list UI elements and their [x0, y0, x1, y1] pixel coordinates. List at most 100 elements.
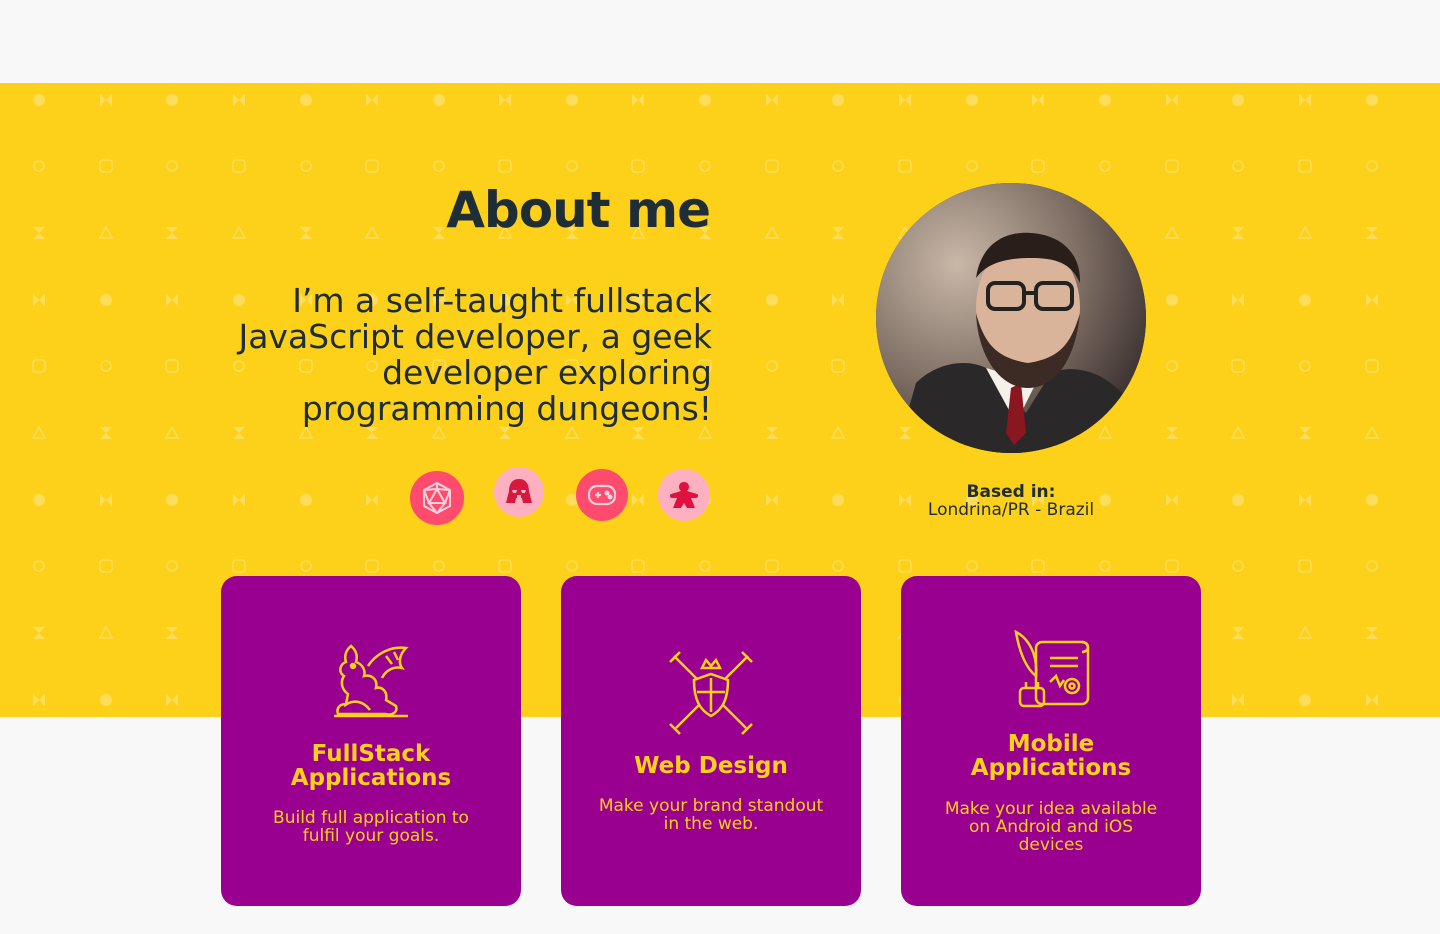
scroll-quill-icon [1014, 629, 1090, 708]
pattern-shape [33, 160, 45, 172]
pattern-shape [300, 160, 312, 172]
pattern-shape [566, 560, 578, 572]
pattern-shape [966, 160, 978, 172]
pattern-shape [366, 427, 378, 439]
pattern-shape [166, 227, 178, 239]
pattern-shape [433, 560, 445, 572]
pattern-shape [1166, 494, 1178, 506]
pattern-shape [365, 559, 379, 573]
pattern-shape [1164, 225, 1180, 239]
avatar [876, 183, 1146, 453]
pattern-shape [699, 160, 711, 172]
pattern-shape [1366, 160, 1378, 172]
pattern-shape [499, 94, 511, 106]
location-info: Based in: Londrina/PR - Brazil [880, 483, 1142, 519]
service-title: Applications [970, 755, 1132, 781]
page-title: About me [446, 181, 711, 239]
pattern-shape [100, 360, 112, 372]
d20-dice-icon[interactable] [410, 471, 464, 525]
pattern-shape [100, 694, 112, 706]
service-card-mobile[interactable]: Mobile Applications Make your idea avail… [901, 576, 1201, 906]
pattern-shape [33, 494, 45, 506]
pattern-shape [98, 225, 114, 239]
pattern-shape [1232, 227, 1244, 239]
service-description: in the web. [663, 814, 759, 834]
pattern-shape [898, 159, 912, 173]
pattern-shape [365, 159, 379, 173]
pattern-shape [1232, 494, 1244, 506]
pattern-shape [31, 425, 47, 439]
pattern-shape [899, 94, 911, 106]
pattern-shape [1165, 559, 1179, 573]
pattern-shape [33, 627, 45, 639]
service-card-web-design[interactable]: Web Design Make your brand standout in t… [561, 576, 861, 906]
pattern-shape [298, 425, 314, 439]
pattern-shape [233, 427, 245, 439]
pattern-shape [1232, 94, 1244, 106]
pattern-shape [766, 494, 778, 506]
pattern-shape [1031, 559, 1045, 573]
pattern-shape [1032, 94, 1044, 106]
pattern-shape [33, 227, 45, 239]
pattern-shape [100, 427, 112, 439]
pattern-shape [33, 694, 45, 706]
pattern-shape [564, 425, 580, 439]
pattern-shape [832, 94, 844, 106]
pattern-shape [166, 560, 178, 572]
pattern-shape [100, 294, 112, 306]
pattern-shape [632, 94, 644, 106]
pattern-shape [300, 494, 312, 506]
pattern-shape [366, 494, 378, 506]
pattern-shape [1299, 94, 1311, 106]
pattern-shape [166, 160, 178, 172]
gamepad-icon[interactable] [576, 469, 628, 521]
pattern-shape [1366, 227, 1378, 239]
pattern-shape [1366, 560, 1378, 572]
pattern-shape [33, 560, 45, 572]
pattern-shape [1365, 359, 1379, 373]
service-card-fullstack[interactable]: FullStack Applications Build full applic… [221, 576, 521, 906]
pattern-shape [1364, 425, 1380, 439]
pattern-shape [1366, 94, 1378, 106]
pattern-shape [831, 359, 845, 373]
pattern-shape [1299, 494, 1311, 506]
location-value: Londrina/PR - Brazil [927, 500, 1095, 520]
pattern-shape [32, 359, 46, 373]
pattern-shape [566, 160, 578, 172]
pattern-shape [498, 559, 512, 573]
service-title: FullStack [311, 741, 431, 767]
pattern-shape [632, 427, 644, 439]
service-title: Web Design [634, 753, 788, 779]
pattern-shape [166, 694, 178, 706]
pattern-shape [99, 159, 113, 173]
pattern-shape [1232, 560, 1244, 572]
pattern-shape [1231, 359, 1245, 373]
pattern-shape [1166, 294, 1178, 306]
pattern-shape [99, 559, 113, 573]
pattern-shape [830, 425, 846, 439]
service-description: on Android and iOS [969, 817, 1133, 837]
meeple-icon[interactable] [658, 469, 710, 521]
darth-vader-icon[interactable] [494, 467, 544, 517]
pattern-shape [33, 294, 45, 306]
pattern-shape [433, 94, 445, 106]
pattern-shape [431, 425, 447, 439]
pattern-shape [1099, 560, 1111, 572]
pattern-shape [1232, 627, 1244, 639]
pattern-shape [166, 494, 178, 506]
service-title: Applications [290, 765, 452, 791]
pattern-shape [832, 227, 844, 239]
pattern-shape [1232, 694, 1244, 706]
about-bio: I’m a self-taught fullstack JavaScript d… [238, 281, 712, 428]
pattern-shape [1366, 694, 1378, 706]
pattern-shape [233, 494, 245, 506]
pattern-shape [232, 159, 246, 173]
top-navbar [0, 0, 1440, 83]
pattern-shape [566, 94, 578, 106]
pattern-shape [1299, 294, 1311, 306]
pattern-shape [766, 427, 778, 439]
pattern-shape [1165, 159, 1179, 173]
pattern-shape [1166, 94, 1178, 106]
pattern-shape [832, 494, 844, 506]
pattern-shape [1031, 159, 1045, 173]
